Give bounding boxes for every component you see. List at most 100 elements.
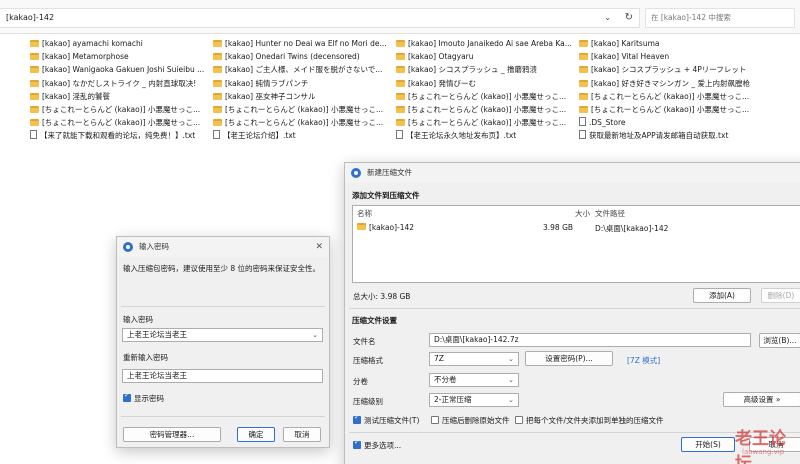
file-name: [kakao] 発情びーむ <box>408 78 476 88</box>
file-name: [ちょこれーとらんど (kakao)] 小悪魔せっこ... <box>42 118 201 128</box>
level-select[interactable]: 2-正常压缩 ⌄ <box>429 393 519 407</box>
archive-dialog-titlebar[interactable]: 新建压缩文件 <box>345 163 800 183</box>
column-header-path[interactable]: 文件路径 <box>595 208 625 219</box>
folder-item[interactable]: [kakao] Imouto Janaikedo Ai sae Areba Ka… <box>396 37 576 50</box>
format-select[interactable]: 7Z ⌄ <box>429 352 519 366</box>
folder-item[interactable]: [kakao] Hunter no Deai wa Elf no Mori de… <box>213 37 393 50</box>
folder-item[interactable]: [kakao] なかだしストライク _ 内射直球取决! <box>30 77 210 90</box>
set-password-button[interactable]: 设置密码(P)... <box>525 351 613 366</box>
browse-button[interactable]: 浏览(B)... <box>759 333 800 348</box>
folder-item[interactable]: [kakao] 好き好きマシンガン _ 爱上内射飙膛枪 <box>579 77 789 90</box>
password-dialog-titlebar[interactable]: 输入密码 ✕ <box>117 237 329 257</box>
file-item[interactable]: 【老王论坛介绍】.txt <box>213 129 393 142</box>
list-item[interactable]: [kakao]-142 <box>357 223 414 232</box>
chevron-down-icon[interactable]: ⌄ <box>508 353 514 365</box>
folder-item[interactable]: [kakao] Karitsuma <box>579 37 789 50</box>
file-item[interactable]: 【老王论坛永久地址发布页】.txt <box>396 129 576 142</box>
file-name: [kakao] Vital Heaven <box>591 52 670 62</box>
folder-item[interactable]: [kakao] Wanigaoka Gakuen Joshi Suieibu .… <box>30 63 210 76</box>
delete-after-checkbox[interactable] <box>431 416 439 424</box>
folder-item[interactable]: [kakao] ayamachi komachi <box>30 37 210 50</box>
test-archive-label: 测试压缩文件(T) <box>364 416 420 425</box>
format-mode-link[interactable]: [7Z 模式] <box>627 355 660 366</box>
divider <box>349 308 800 309</box>
file-item[interactable]: 获取最新地址及APP请发邮箱自动获取.txt <box>579 129 789 142</box>
folder-item[interactable]: [ちょこれーとらんど (kakao)] 小悪魔せっこ... <box>213 103 393 116</box>
separate-archives-label: 把每个文件/文件夹添加到单独的压缩文件 <box>526 416 664 425</box>
folder-icon <box>396 40 405 47</box>
divider <box>121 416 325 417</box>
delete-button[interactable]: 删除(D) <box>761 288 800 303</box>
password-manager-button[interactable]: 密码管理器... <box>123 427 221 442</box>
folder-icon <box>579 40 588 47</box>
folder-item[interactable]: [kakao] Metamorphose <box>30 50 210 63</box>
folder-item[interactable]: [ちょこれーとらんど (kakao)] 小悪魔せっこ... <box>396 103 576 116</box>
refresh-icon[interactable]: ↻ <box>625 9 633 27</box>
folder-item[interactable]: [ちょこれーとらんど (kakao)] 小悪魔せっこ... <box>213 116 393 129</box>
folder-item[interactable]: [ちょこれーとらんど (kakao)] 小悪魔せっこ... <box>396 116 576 129</box>
column-header-name[interactable]: 名称 <box>357 208 372 219</box>
folder-item[interactable]: [kakao] 発情びーむ <box>396 77 576 90</box>
volume-value: 不分卷 <box>434 375 457 384</box>
folder-icon <box>213 106 222 113</box>
folder-icon <box>396 66 405 74</box>
advanced-settings-button[interactable]: 高级设置 » <box>723 392 800 407</box>
test-archive-checkbox[interactable] <box>353 413 361 424</box>
file-name: [kakao] なかだしストライク _ 内射直球取决! <box>42 78 197 88</box>
file-name: .DS_Store <box>589 118 626 128</box>
ok-button[interactable]: 确定 <box>237 427 275 442</box>
chevron-down-icon[interactable]: ⌄ <box>508 394 514 406</box>
file-list[interactable]: 名称 大小 文件路径 [kakao]-142 3.98 GB D:\桌面\[ka… <box>352 205 800 283</box>
add-button[interactable]: 添加(A) <box>693 288 751 303</box>
folder-item[interactable]: [kakao] シコスプラッシュ + 4Pリーフレット <box>579 63 789 76</box>
address-path-field[interactable]: [kakao]-142 ⌄ ↻ <box>0 8 640 28</box>
folder-item[interactable]: [ちょこれーとらんど (kakao)] 小悪魔せっこ... <box>30 103 210 116</box>
file-name: 【老王论坛介绍】.txt <box>223 131 296 141</box>
folder-item[interactable]: [kakao] シコスプラッシュ _ 撸蘑鸦溃 <box>396 63 576 76</box>
folder-item[interactable]: [kakao] ご主人様、メイド服を脱がさないで... <box>213 63 393 76</box>
show-password-label: 显示密码 <box>134 394 164 403</box>
close-icon[interactable]: ✕ <box>315 237 323 257</box>
text-file-icon <box>579 117 586 127</box>
start-button[interactable]: 开始(S) <box>681 437 735 452</box>
folder-icon <box>30 92 39 100</box>
show-password-checkbox[interactable] <box>123 391 131 402</box>
total-size: 总大小: 3.98 GB <box>353 292 411 301</box>
file-item[interactable]: .DS_Store <box>579 116 789 129</box>
folder-item[interactable]: [ちょこれーとらんど (kakao)] 小悪魔せっこ... <box>396 90 576 103</box>
folder-icon <box>30 106 39 113</box>
volume-select[interactable]: 不分卷 ⌄ <box>429 373 519 387</box>
folder-item[interactable]: [kakao] 淫乱的饕餮 <box>30 90 210 103</box>
more-options-label[interactable]: 更多选项... <box>364 440 401 451</box>
column-header-size[interactable]: 大小 <box>575 208 590 219</box>
more-options-checkbox[interactable] <box>353 438 361 449</box>
file-name: [kakao] Hunter no Deai wa Elf no Mori de… <box>225 39 387 48</box>
text-file-icon <box>396 130 403 140</box>
file-name: [kakao] Wanigaoka Gakuen Joshi Suieibu .… <box>42 65 205 75</box>
folder-item[interactable]: [ちょこれーとらんど (kakao)] 小悪魔せっこ... <box>30 116 210 129</box>
folder-item[interactable]: [kakao] 巫女神子コンサル <box>213 90 393 103</box>
chevron-down-icon[interactable]: ⌄ <box>604 9 611 27</box>
folder-item[interactable]: [kakao] 純情ラブパンチ <box>213 77 393 90</box>
folder-item[interactable]: [kakao] Otagyaru <box>396 50 576 63</box>
folder-icon <box>579 66 588 74</box>
chevron-down-icon[interactable]: ⌄ <box>508 374 514 386</box>
folder-item[interactable]: [ちょこれーとらんど (kakao)] 小悪魔せっこ... <box>579 90 789 103</box>
folder-item[interactable]: [ちょこれーとらんど (kakao)] 小悪魔せっこ... <box>579 103 789 116</box>
chevron-down-icon[interactable]: ⌄ <box>312 329 318 341</box>
folder-item[interactable]: [kakao] Vital Heaven <box>579 50 789 63</box>
enter-password-field[interactable]: 上老王论坛当老王 ⌄ <box>122 328 323 342</box>
separate-archives-checkbox[interactable] <box>515 416 523 424</box>
text-file-icon <box>579 130 586 140</box>
search-input[interactable]: 在 [kakao]-142 中搜索 <box>645 8 795 28</box>
file-item[interactable]: 【来了就能下载和观看的论坛，纯免费！】.txt <box>30 129 210 142</box>
file-name: [kakao] シコスプラッシュ _ 撸蘑鸦溃 <box>408 65 537 75</box>
cancel-button[interactable]: 取消 <box>283 427 321 442</box>
filename-input[interactable]: D:\桌面\[kakao]-142.7z <box>429 333 751 347</box>
address-path-text: [kakao]-142 <box>6 13 55 22</box>
reenter-password-field[interactable]: 上老王论坛当老王 <box>122 369 323 383</box>
folder-item[interactable]: [kakao] Onedari Twins (decensored) <box>213 50 393 63</box>
file-name: [ちょこれーとらんど (kakao)] 小悪魔せっこ... <box>42 105 201 114</box>
file-name: [kakao] ayamachi komachi <box>42 39 143 48</box>
file-name: [ちょこれーとらんど (kakao)] 小悪魔せっこ... <box>591 105 750 114</box>
